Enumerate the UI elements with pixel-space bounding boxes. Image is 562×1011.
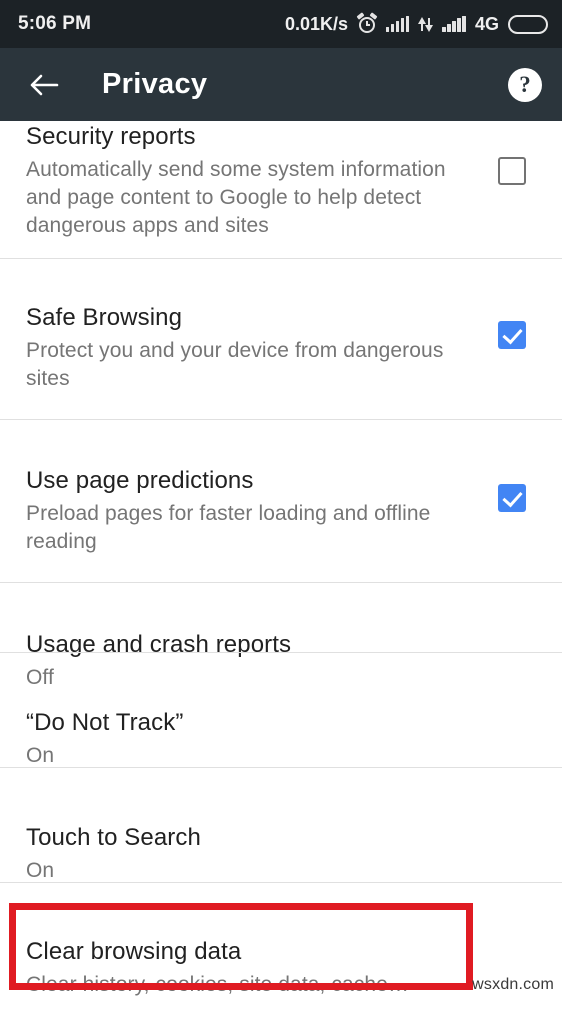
setting-title: Use page predictions	[26, 467, 484, 495]
cellular-signal-icon-1	[386, 16, 410, 32]
setting-row-clear-browsing-data[interactable]: Clear browsing data Clear history, cooki…	[0, 911, 562, 1011]
cellular-signal-icon-2	[442, 16, 466, 32]
network-type-label: 4G	[475, 14, 499, 35]
back-arrow-icon[interactable]	[26, 68, 60, 102]
battery-icon	[508, 15, 548, 34]
setting-title: Usage and crash reports	[26, 631, 540, 659]
watermark-label: wsxdn.com	[472, 976, 554, 994]
checkbox-security-reports[interactable]	[498, 157, 526, 185]
list-divider	[0, 767, 562, 768]
setting-title: Safe Browsing	[26, 304, 484, 332]
setting-summary: Automatically send some system informati…	[26, 156, 484, 240]
setting-row-use-page-predictions[interactable]: Use page predictions Preload pages for f…	[0, 439, 562, 582]
page-title: Privacy	[102, 68, 207, 101]
setting-title: “Do Not Track”	[26, 709, 540, 737]
list-divider	[0, 582, 562, 583]
setting-row-safe-browsing[interactable]: Safe Browsing Protect you and your devic…	[0, 278, 562, 419]
setting-summary: Protect you and your device from dangero…	[26, 337, 484, 393]
setting-title: Clear browsing data	[26, 938, 540, 966]
setting-text-block: Touch to Search On	[26, 824, 540, 885]
alarm-clock-icon	[357, 14, 377, 34]
settings-list[interactable]: Security reports Automatically send some…	[0, 121, 562, 1000]
setting-text-block: Use page predictions Preload pages for f…	[26, 467, 484, 556]
setting-text-block: Security reports Automatically send some…	[26, 123, 484, 240]
status-clock: 5:06 PM	[18, 13, 91, 35]
setting-control	[484, 484, 540, 512]
data-transfer-icon	[418, 16, 433, 33]
setting-title: Security reports	[26, 123, 484, 151]
setting-text-block: Safe Browsing Protect you and your devic…	[26, 304, 484, 393]
setting-control	[484, 157, 540, 185]
setting-text-block: Clear browsing data Clear history, cooki…	[26, 938, 540, 999]
setting-row-touch-to-search[interactable]: Touch to Search On	[0, 796, 562, 896]
setting-summary: Preload pages for faster loading and off…	[26, 500, 484, 556]
status-icons: 0.01K/s 4G	[285, 14, 548, 35]
setting-title: Touch to Search	[26, 824, 540, 852]
checkbox-safe-browsing[interactable]	[498, 321, 526, 349]
help-circle-icon[interactable]: ?	[508, 68, 542, 102]
setting-row-security-reports[interactable]: Security reports Automatically send some…	[0, 121, 562, 258]
setting-control	[484, 321, 540, 349]
list-divider	[0, 419, 562, 420]
checkbox-use-page-predictions[interactable]	[498, 484, 526, 512]
app-bar: Privacy ?	[0, 48, 562, 121]
setting-summary: Clear history, cookies, site data, cache…	[26, 971, 540, 999]
list-divider	[0, 258, 562, 259]
status-bar: 5:06 PM 0.01K/s 4G	[0, 0, 562, 48]
setting-row-do-not-track[interactable]: “Do Not Track” On	[0, 681, 562, 781]
network-speed-label: 0.01K/s	[285, 14, 348, 35]
list-divider	[0, 652, 562, 653]
setting-text-block: “Do Not Track” On	[26, 709, 540, 770]
list-divider	[0, 882, 562, 883]
